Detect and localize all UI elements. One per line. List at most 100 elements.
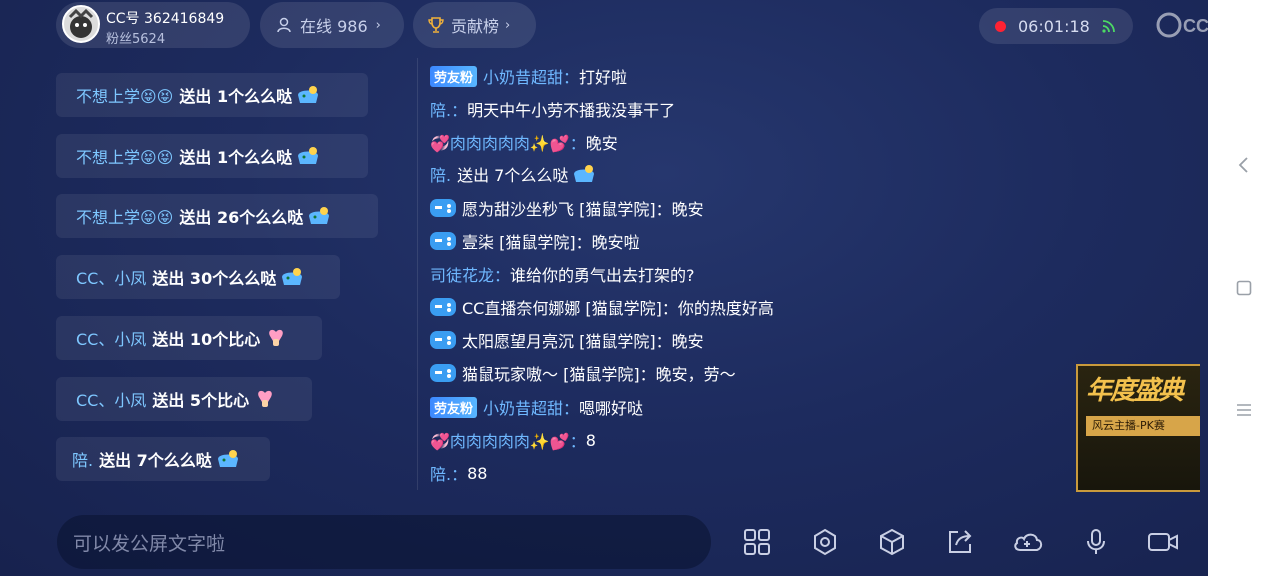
chat-text: 88 bbox=[467, 463, 488, 483]
chat-username[interactable]: 💞肉肉肉肉肉✨💕： bbox=[430, 428, 586, 452]
chat-text: 明天中午小劳不播我没事干了 bbox=[467, 101, 676, 120]
chat-username[interactable]: 愿为甜沙坐秒飞 [猫鼠学院]： bbox=[462, 196, 672, 220]
gear-icon bbox=[814, 528, 836, 556]
recording-dot-icon bbox=[995, 20, 1006, 32]
gift-item: 不想上学😝😝 送出 1个么么哒 bbox=[56, 73, 368, 117]
kiss-gift-icon bbox=[282, 268, 303, 285]
banner-title: 年度盛典 bbox=[1086, 376, 1184, 406]
timer-value: 06:01:18 bbox=[1018, 16, 1090, 36]
gift-sender[interactable]: 不想上学😝😝 bbox=[76, 144, 173, 168]
gamepad-icon bbox=[430, 298, 456, 316]
chevron-right-icon: › bbox=[505, 17, 511, 33]
kiss-gift-icon bbox=[298, 147, 319, 164]
chat-message: 陪.： 明天中午小劳不播我没事干了 bbox=[430, 96, 675, 122]
cloud-add-icon bbox=[1014, 533, 1043, 551]
gift-item: CC、小凤 送出 10个比心 bbox=[56, 316, 322, 360]
svg-text:CC: CC bbox=[1183, 16, 1209, 36]
chat-username[interactable]: 💞肉肉肉肉肉✨💕： bbox=[430, 130, 586, 154]
chat-message: 💞肉肉肉肉肉✨💕： 8 bbox=[430, 427, 596, 453]
chat-message: 愿为甜沙坐秒飞 [猫鼠学院]： 晚安 bbox=[430, 195, 704, 221]
chat-text: 晚安 bbox=[671, 332, 704, 351]
gamepad-icon bbox=[430, 331, 456, 349]
chat-text: 8 bbox=[585, 430, 596, 450]
chat-input[interactable]: 可以发公屏文字啦 bbox=[57, 515, 711, 569]
fan-badge: 劳友粉 bbox=[430, 396, 478, 418]
chat-username[interactable]: 壹柒 [猫鼠学院]： bbox=[462, 229, 592, 253]
gift-action: 送出 7个么么哒 bbox=[99, 451, 212, 470]
gamepad-icon bbox=[430, 199, 456, 217]
chat-message: CC直播奈何娜娜 [猫鼠学院]： 你的热度好高 bbox=[430, 294, 774, 320]
online-count: 在线 986 bbox=[300, 17, 368, 36]
kiss-gift-icon bbox=[574, 165, 595, 182]
chat-text: 晚安 bbox=[671, 200, 704, 219]
heart-hand-gift-icon bbox=[269, 329, 284, 346]
chat-username[interactable]: 陪.： bbox=[430, 97, 467, 121]
gift-sender[interactable]: CC、小凤 bbox=[76, 265, 146, 289]
chat-text: 嗯哪好哒 bbox=[579, 399, 644, 418]
chat-message: 劳友粉 小奶昔超甜： 嗯哪好哒 bbox=[430, 394, 643, 420]
fan-badge: 劳友粉 bbox=[430, 65, 478, 87]
user-icon bbox=[277, 17, 291, 33]
microphone-icon bbox=[1087, 529, 1105, 554]
kiss-gift-icon bbox=[217, 450, 238, 467]
gift-action: 送出 30个么么哒 bbox=[152, 269, 277, 288]
chat-message: 陪.： 88 bbox=[430, 460, 487, 486]
kiss-gift-icon bbox=[309, 207, 330, 224]
online-count-button[interactable]: 在线 986 › bbox=[260, 2, 404, 48]
chat-text: 你的热度好高 bbox=[677, 299, 774, 318]
microphone-button[interactable] bbox=[1076, 522, 1116, 562]
gift-sender[interactable]: 陪. bbox=[72, 447, 93, 471]
back-icon bbox=[1238, 157, 1248, 173]
gift-button[interactable] bbox=[1008, 522, 1048, 562]
apps-grid-button[interactable] bbox=[737, 522, 777, 562]
gift-sender[interactable]: CC、小凤 bbox=[76, 387, 146, 411]
chat-message: 劳友粉 小奶昔超甜： 打好啦 bbox=[430, 63, 627, 89]
chat-username[interactable]: 小奶昔超甜： bbox=[483, 395, 579, 419]
chat-message: 陪. 送出 7个么么哒 bbox=[430, 161, 596, 187]
chevron-right-icon: › bbox=[375, 17, 381, 33]
gift-item: 不想上学😝😝 送出 26个么么哒 bbox=[56, 194, 378, 238]
chat-username[interactable]: 司徒花龙： bbox=[430, 262, 510, 286]
box-button[interactable] bbox=[872, 522, 912, 562]
gift-item: CC、小凤 送出 30个么么哒 bbox=[56, 255, 340, 299]
chat-message: 💞肉肉肉肉肉✨💕： 晚安 bbox=[430, 129, 618, 155]
anchor-avatar[interactable] bbox=[62, 5, 100, 43]
live-room: CC号 362416849 粉丝5624 在线 986 › 贡献榜 › 06:0… bbox=[0, 0, 1209, 576]
share-button[interactable] bbox=[940, 522, 980, 562]
gift-sender[interactable]: 不想上学😝😝 bbox=[76, 83, 173, 107]
event-banner[interactable]: 年度盛典 风云主播-PK赛 bbox=[1076, 364, 1200, 492]
heart-hand-gift-icon bbox=[258, 390, 272, 407]
nav-back-button[interactable] bbox=[1208, 145, 1280, 185]
cube-icon bbox=[880, 528, 904, 556]
anchor-id: CC号 362416849 bbox=[106, 11, 225, 27]
gift-action: 送出 1个么么哒 bbox=[179, 148, 293, 167]
gift-sender[interactable]: 不想上学😝😝 bbox=[76, 204, 173, 228]
gift-action: 送出 1个么么哒 bbox=[179, 87, 293, 106]
chat-username[interactable]: 陪. bbox=[430, 162, 451, 186]
grid-icon bbox=[744, 529, 770, 555]
contribution-rank-button[interactable]: 贡献榜 › bbox=[413, 2, 536, 48]
chat-text: 晚安 bbox=[585, 134, 618, 153]
nav-menu-button[interactable] bbox=[1208, 390, 1280, 430]
chat-username[interactable]: CC直播奈何娜娜 [猫鼠学院]： bbox=[462, 295, 678, 319]
banner-subtitle: 风云主播-PK赛 bbox=[1086, 416, 1200, 436]
signal-icon bbox=[1102, 20, 1115, 33]
video-camera-icon bbox=[1148, 533, 1178, 551]
gift-sender[interactable]: CC、小凤 bbox=[76, 326, 146, 350]
chat-message: 猫鼠玩家嗷～ [猫鼠学院]： 晚安，劳～ bbox=[430, 360, 736, 386]
chat-username[interactable]: 小奶昔超甜： bbox=[483, 64, 579, 88]
nav-home-button[interactable] bbox=[1208, 268, 1280, 308]
video-button[interactable] bbox=[1143, 522, 1183, 562]
anchor-card[interactable]: CC号 362416849 粉丝5624 bbox=[56, 2, 250, 48]
settings-button[interactable] bbox=[805, 522, 845, 562]
chat-message: 壹柒 [猫鼠学院]： 晚安啦 bbox=[430, 228, 640, 254]
menu-icon bbox=[1237, 404, 1251, 416]
chat-text: 谁给你的勇气出去打架的? bbox=[510, 266, 695, 285]
chat-username[interactable]: 猫鼠玩家嗷～ [猫鼠学院]： bbox=[462, 361, 656, 385]
chat-username[interactable]: 太阳愿望月亮沉 [猫鼠学院]： bbox=[462, 328, 672, 352]
chat-text: 晚安啦 bbox=[591, 233, 640, 252]
contribution-rank-label: 贡献榜 bbox=[451, 17, 500, 36]
chat-input-placeholder: 可以发公屏文字啦 bbox=[73, 532, 226, 555]
chat-username[interactable]: 陪.： bbox=[430, 461, 467, 485]
system-nav-bar bbox=[1208, 0, 1280, 576]
